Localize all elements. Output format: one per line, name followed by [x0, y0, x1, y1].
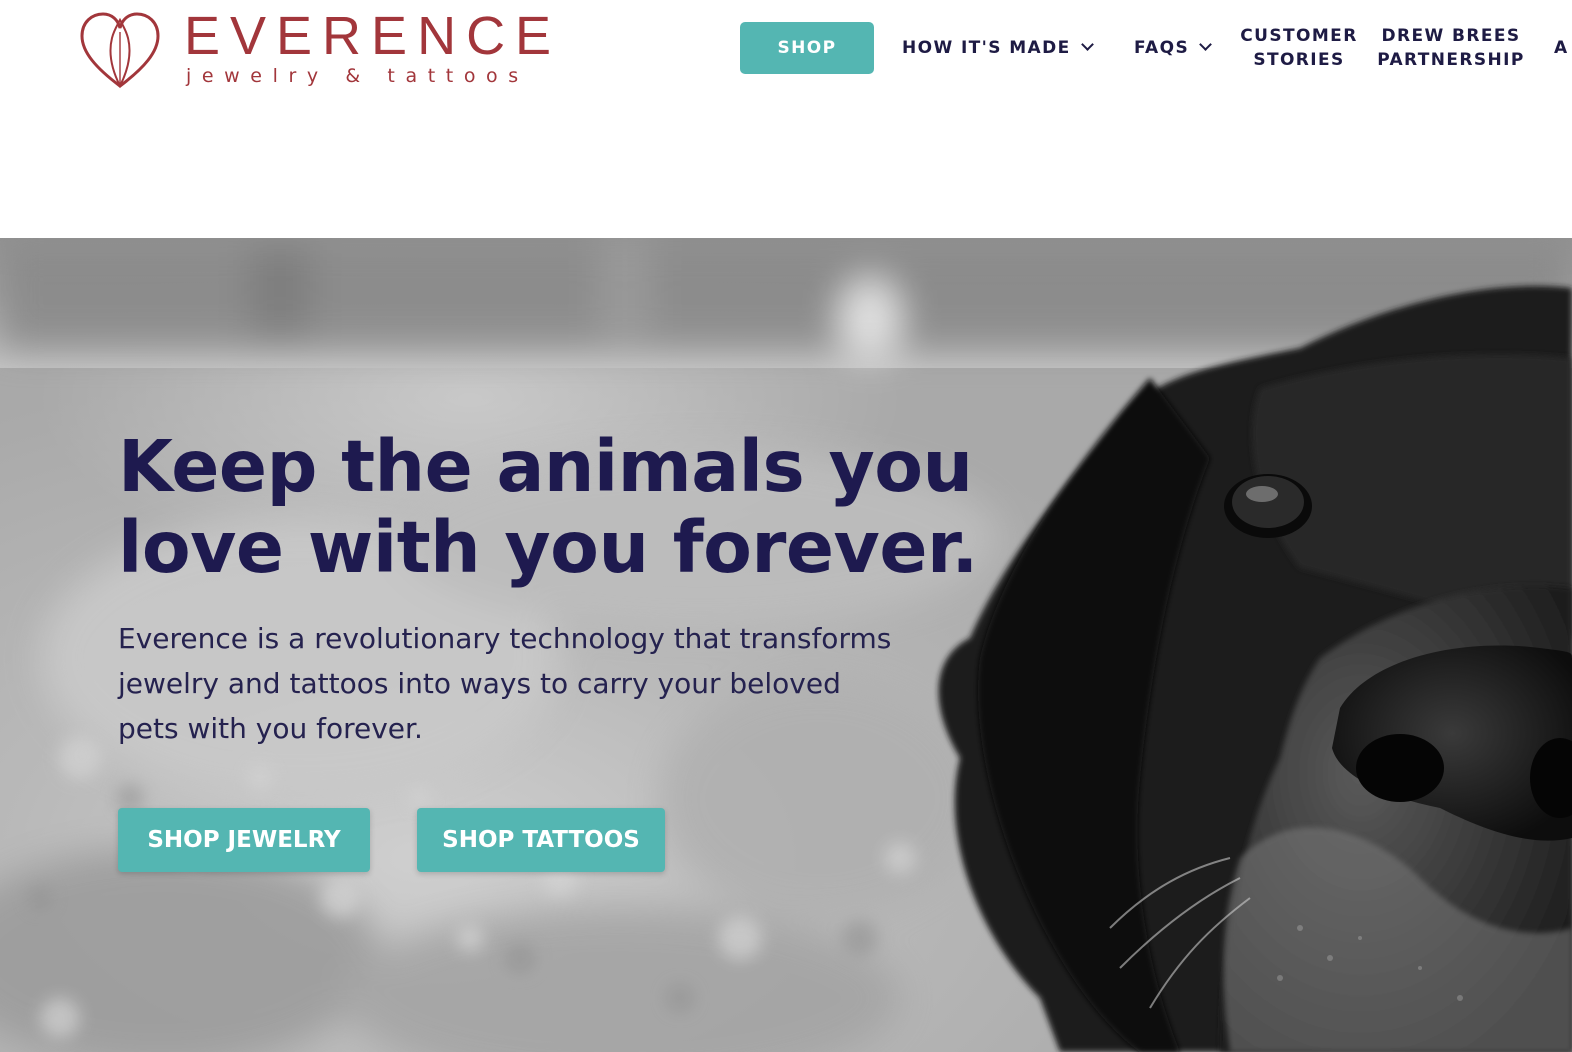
hero-description: Everence is a revolutionary technology t…	[118, 622, 892, 745]
page: EVERENCE jewelry & tattoos SHOP HOW IT'S…	[0, 0, 1572, 1052]
site-header: EVERENCE jewelry & tattoos SHOP HOW IT'S…	[0, 0, 1572, 238]
nav-item-customer-stories[interactable]: CUSTOMER STORIES	[1238, 24, 1360, 72]
brand-tagline: jewelry & tattoos	[186, 65, 529, 87]
brand-name: EVERENCE	[184, 6, 562, 66]
brand-logo-link[interactable]: EVERENCE jewelry & tattoos	[78, 4, 558, 92]
heart-logo-icon	[80, 12, 160, 89]
nav-item-label-line-2: PARTNERSHIP	[1377, 50, 1525, 70]
nav-item-truncated[interactable]: A	[1554, 36, 1569, 60]
hero-title: Keep the animals you love with you forev…	[118, 425, 978, 589]
nav-item-how-its-made[interactable]: HOW IT'S MADE	[902, 36, 1094, 60]
nav-item-label: FAQS	[1134, 38, 1190, 58]
nav-item-label: HOW IT'S MADE	[902, 38, 1071, 58]
nav-item-label-line-2: STORIES	[1253, 50, 1345, 70]
hero-section: Keep the animals you love with you forev…	[0, 238, 1572, 1052]
nav-item-faqs[interactable]: FAQS	[1134, 36, 1212, 60]
nav-item-label-line-1: CUSTOMER	[1240, 26, 1358, 46]
nav-shop-button[interactable]: SHOP	[740, 22, 874, 74]
hero-content: Keep the animals you love with you forev…	[118, 426, 978, 751]
shop-jewelry-button[interactable]: SHOP JEWELRY	[118, 808, 370, 872]
shop-tattoos-button[interactable]: SHOP TATTOOS	[417, 808, 665, 872]
chevron-down-icon	[1080, 38, 1094, 51]
chevron-down-icon	[1199, 38, 1212, 51]
nav-item-label-line-1: DREW BREES	[1381, 26, 1521, 46]
nav-item-drew-brees-partnership[interactable]: DREW BREES PARTNERSHIP	[1372, 24, 1530, 72]
